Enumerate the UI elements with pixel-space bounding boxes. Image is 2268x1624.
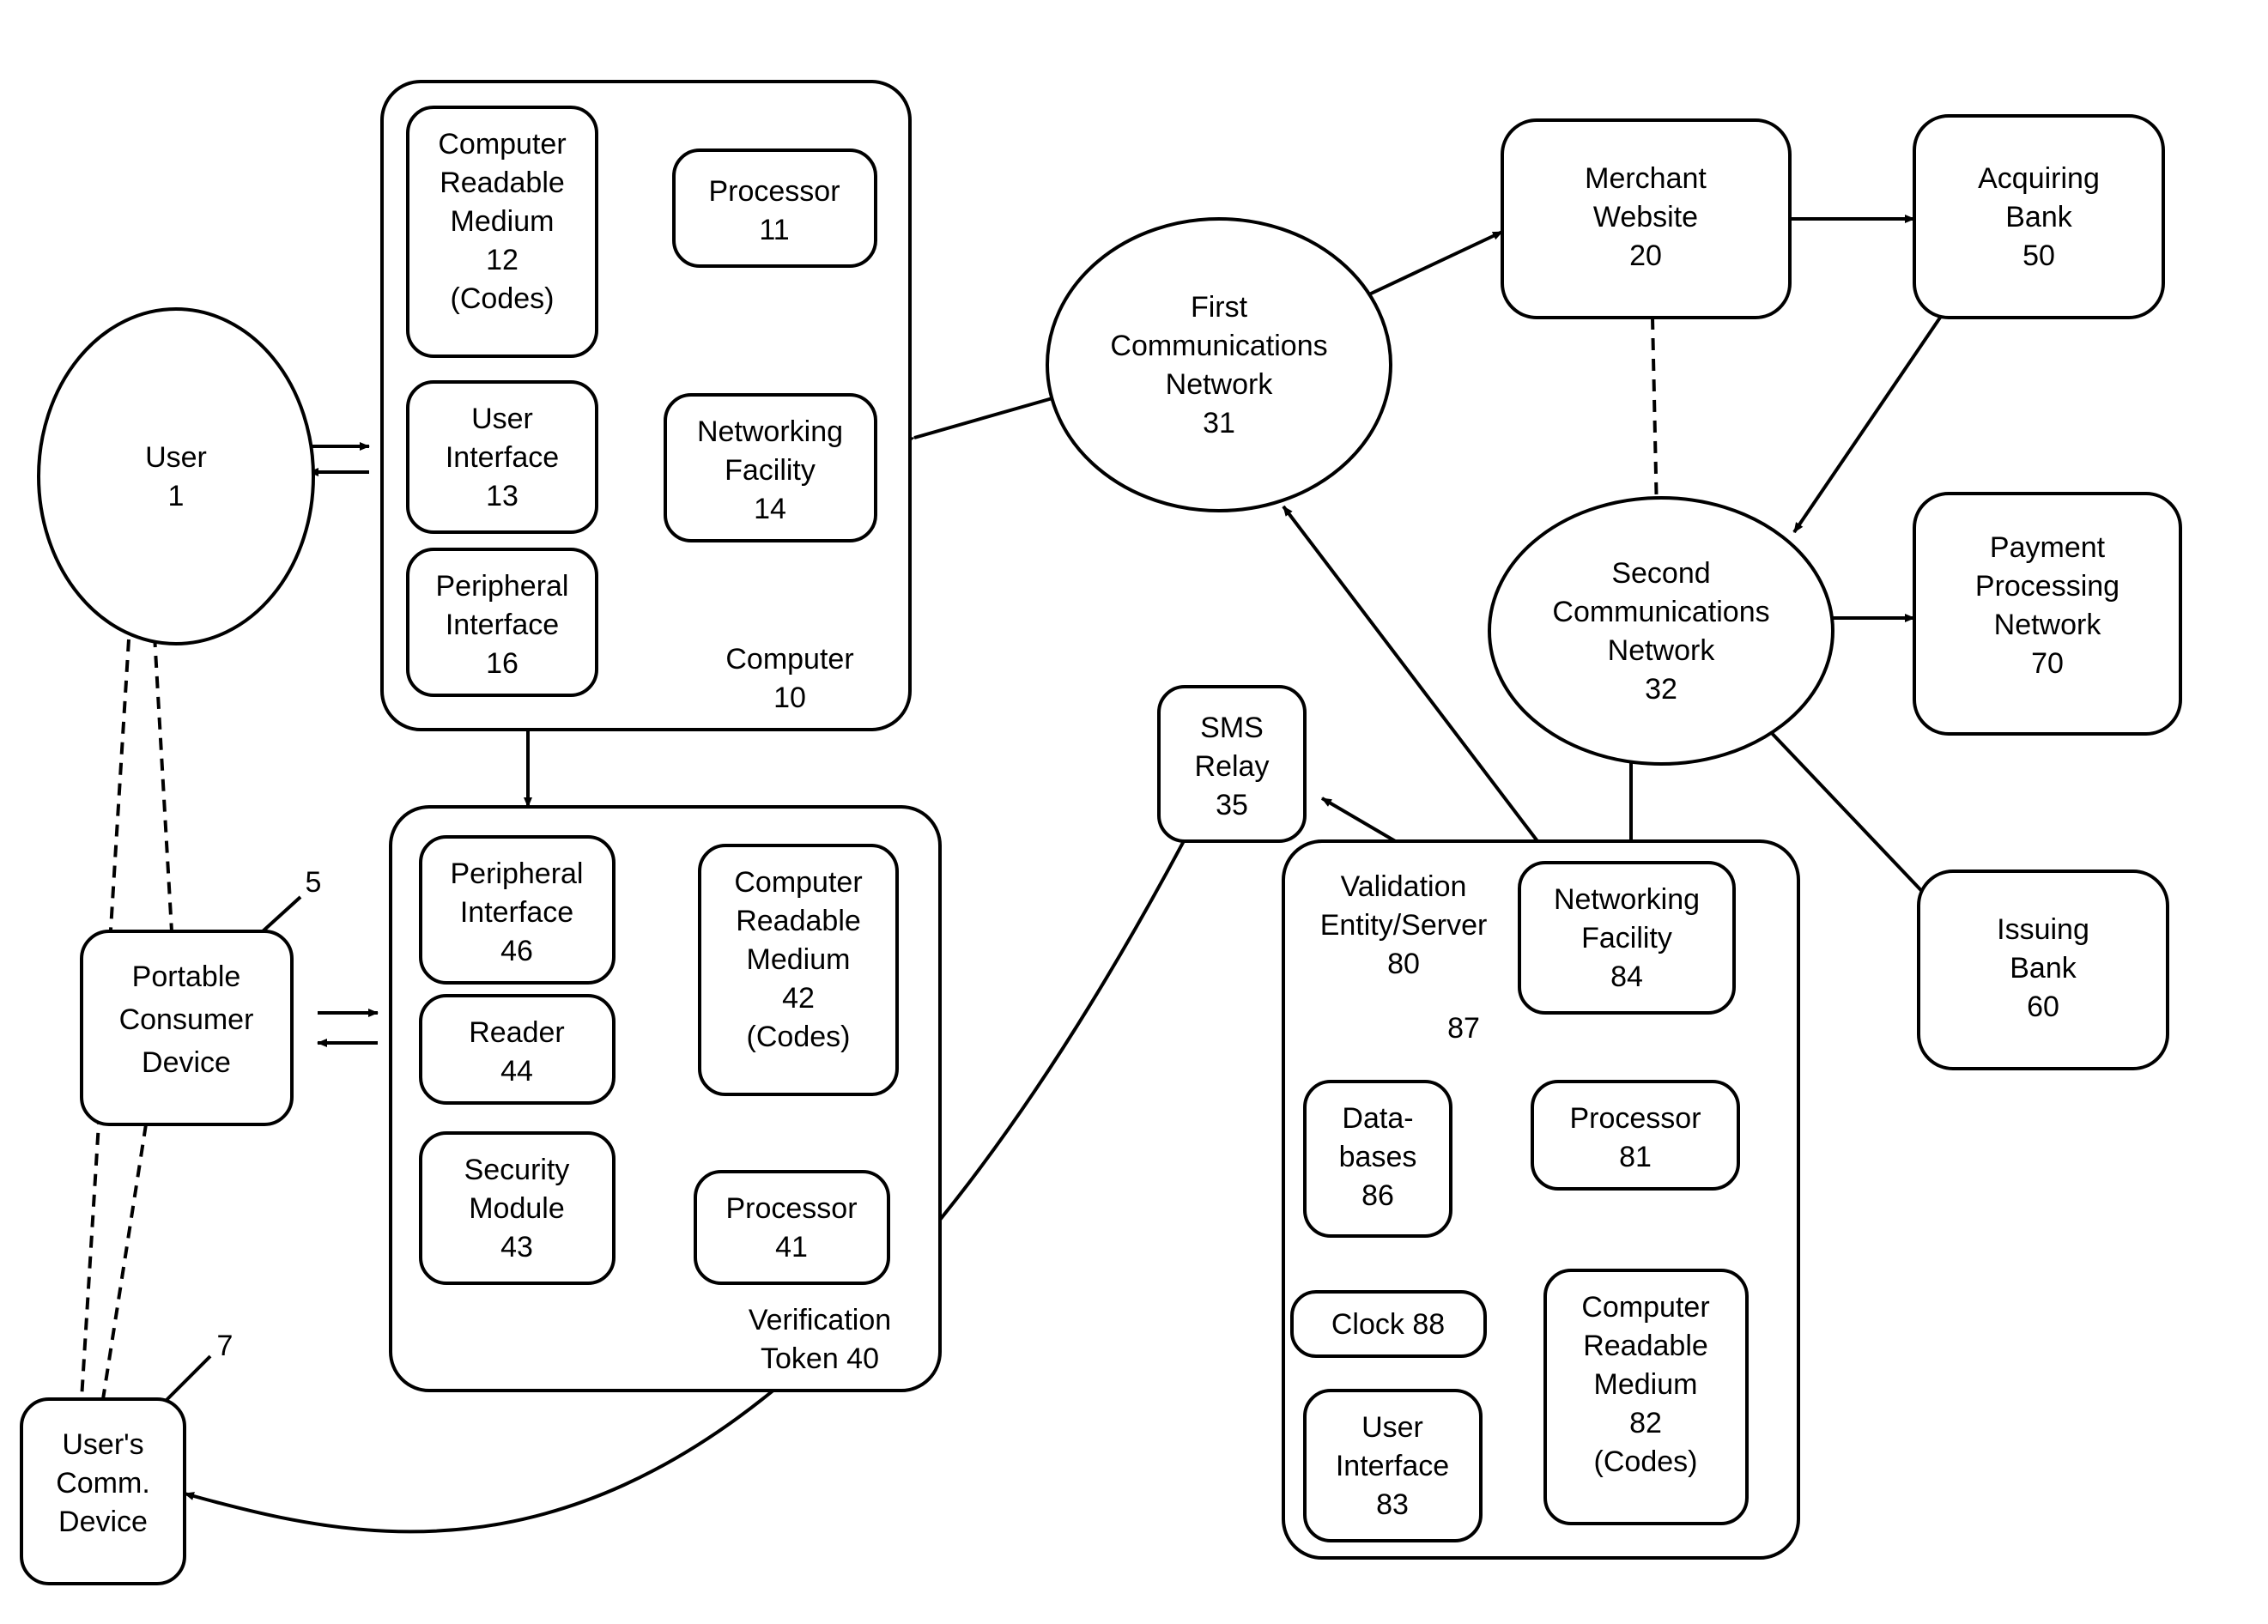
svg-text:84: 84: [1610, 960, 1643, 993]
svg-text:60: 60: [2027, 991, 2059, 1023]
svg-text:80: 80: [1387, 948, 1420, 980]
svg-text:bases: bases: [1339, 1141, 1417, 1173]
svg-text:User: User: [471, 403, 533, 435]
ref-87: 87: [1447, 1012, 1480, 1045]
svg-text:Communications: Communications: [1110, 330, 1327, 362]
svg-text:13: 13: [486, 480, 518, 512]
svg-text:Second: Second: [1611, 557, 1710, 590]
svg-text:Bank: Bank: [2005, 201, 2072, 233]
svg-text:Clock 88: Clock 88: [1331, 1308, 1445, 1341]
svg-text:86: 86: [1361, 1179, 1394, 1212]
svg-text:Processing: Processing: [1975, 570, 2119, 603]
svg-text:32: 32: [1645, 673, 1677, 706]
svg-text:16: 16: [486, 647, 518, 680]
svg-text:Processor: Processor: [1569, 1102, 1701, 1135]
svg-text:Device: Device: [142, 1046, 231, 1079]
svg-text:Relay: Relay: [1195, 750, 1270, 783]
svg-text:Network: Network: [1608, 634, 1716, 667]
svg-text:Facility: Facility: [1581, 922, 1672, 954]
svg-text:11: 11: [759, 214, 789, 246]
svg-text:Verification: Verification: [749, 1304, 891, 1336]
svg-text:Security: Security: [464, 1154, 570, 1186]
svg-text:Computer: Computer: [1581, 1291, 1709, 1324]
svg-text:Medium: Medium: [451, 205, 555, 238]
svg-text:Medium: Medium: [1594, 1368, 1698, 1401]
svg-text:50: 50: [2022, 239, 2055, 272]
svg-text:83: 83: [1376, 1488, 1409, 1521]
second-comm-network: [1489, 498, 1833, 764]
svg-text:Peripheral: Peripheral: [436, 570, 569, 603]
user-label-2: 1: [168, 480, 185, 512]
svg-text:Data-: Data-: [1342, 1102, 1413, 1135]
svg-text:(Codes): (Codes): [451, 282, 555, 315]
svg-text:20: 20: [1629, 239, 1662, 272]
svg-text:Processor: Processor: [708, 175, 840, 208]
ref-7: 7: [217, 1330, 233, 1362]
svg-text:User's: User's: [62, 1428, 143, 1461]
svg-text:Computer: Computer: [734, 866, 862, 899]
svg-text:Readable: Readable: [1583, 1330, 1708, 1362]
svg-text:Module: Module: [469, 1192, 565, 1225]
svg-text:Interface: Interface: [1336, 1450, 1449, 1482]
svg-text:Bank: Bank: [2010, 952, 2077, 985]
svg-text:Validation: Validation: [1341, 870, 1467, 903]
svg-text:31: 31: [1203, 407, 1235, 439]
user-node: [39, 309, 313, 644]
svg-text:Comm.: Comm.: [56, 1467, 150, 1500]
svg-text:Networking: Networking: [1554, 883, 1700, 916]
svg-text:Processor: Processor: [725, 1192, 857, 1225]
svg-text:Readable: Readable: [440, 167, 565, 199]
svg-text:SMS: SMS: [1200, 712, 1264, 744]
svg-text:(Codes): (Codes): [747, 1021, 851, 1053]
svg-text:12: 12: [486, 244, 518, 276]
svg-text:10: 10: [773, 682, 806, 714]
svg-text:35: 35: [1216, 789, 1248, 821]
first-comm-network: [1047, 219, 1391, 511]
svg-text:(Codes): (Codes): [1594, 1445, 1698, 1478]
svg-text:Entity/Server: Entity/Server: [1320, 909, 1488, 942]
svg-text:Issuing: Issuing: [1997, 913, 2089, 946]
ref-5: 5: [306, 866, 322, 899]
svg-text:82: 82: [1629, 1407, 1662, 1439]
svg-text:Computer: Computer: [438, 128, 566, 161]
svg-text:Network: Network: [1994, 609, 2102, 641]
svg-text:Interface: Interface: [446, 609, 559, 641]
svg-text:Network: Network: [1166, 368, 1274, 401]
svg-text:Reader: Reader: [469, 1016, 565, 1049]
svg-text:43: 43: [500, 1231, 533, 1263]
svg-text:Token 40: Token 40: [761, 1342, 879, 1375]
svg-text:Consumer: Consumer: [119, 1003, 254, 1036]
svg-text:46: 46: [500, 935, 533, 967]
svg-text:81: 81: [1619, 1141, 1652, 1173]
svg-text:70: 70: [2031, 647, 2064, 680]
user-label-1: User: [145, 441, 207, 474]
svg-text:Interface: Interface: [446, 441, 559, 474]
svg-text:Readable: Readable: [736, 905, 861, 937]
svg-text:14: 14: [754, 493, 786, 525]
svg-text:Medium: Medium: [747, 943, 851, 976]
svg-text:Computer: Computer: [725, 643, 853, 676]
svg-text:Networking: Networking: [697, 415, 843, 448]
svg-text:Website: Website: [1593, 201, 1698, 233]
svg-text:Portable: Portable: [132, 960, 241, 993]
svg-text:Device: Device: [58, 1506, 148, 1538]
svg-text:Merchant: Merchant: [1585, 162, 1707, 195]
svg-text:Facility: Facility: [725, 454, 816, 487]
svg-text:User: User: [1361, 1411, 1423, 1444]
svg-text:Communications: Communications: [1552, 596, 1769, 628]
svg-text:42: 42: [782, 982, 815, 1015]
svg-text:Peripheral: Peripheral: [451, 857, 584, 890]
svg-text:Acquiring: Acquiring: [1978, 162, 2100, 195]
svg-text:Payment: Payment: [1990, 531, 2106, 564]
svg-text:44: 44: [500, 1055, 533, 1088]
svg-text:First: First: [1191, 291, 1248, 324]
processor-11: [674, 150, 876, 266]
svg-text:41: 41: [775, 1231, 808, 1263]
svg-text:Interface: Interface: [460, 896, 573, 929]
processor-41: [695, 1172, 888, 1283]
